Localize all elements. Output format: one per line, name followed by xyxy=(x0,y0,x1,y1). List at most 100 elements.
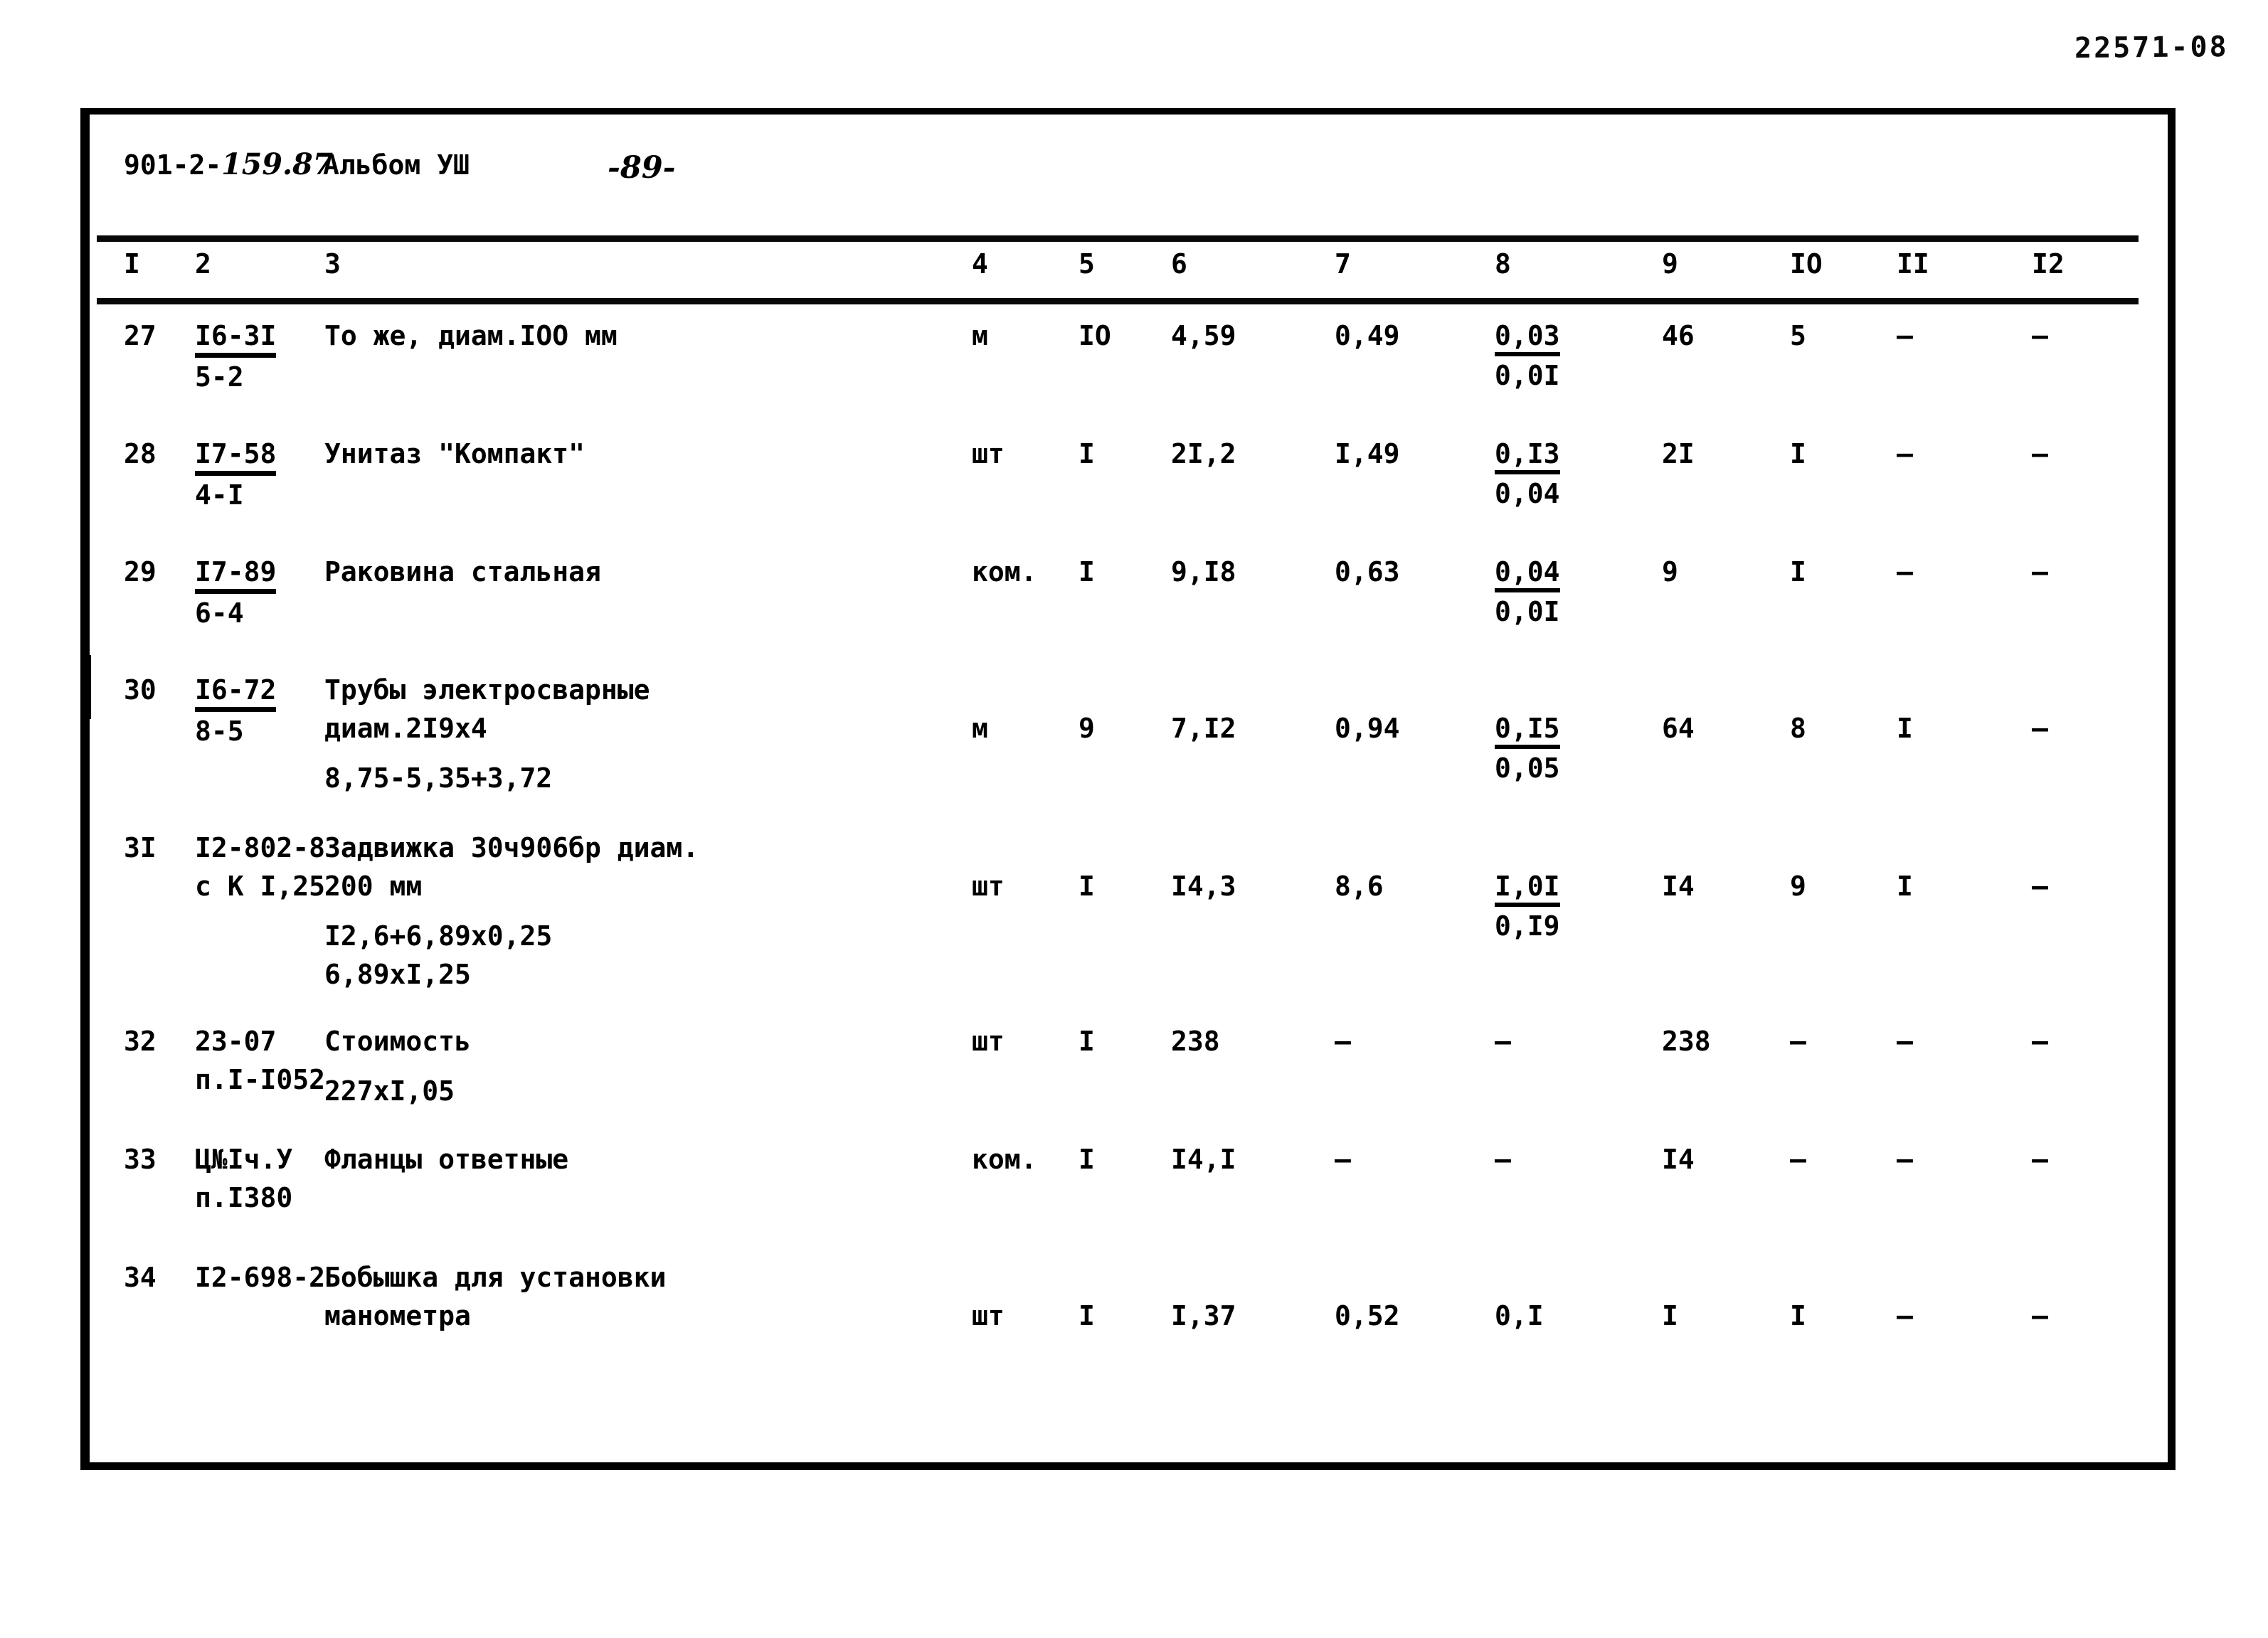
row-value-10: I xyxy=(1790,1300,1806,1331)
row-value-8: 0,I5 0,05 xyxy=(1495,709,1616,787)
column-header-2: 2 xyxy=(195,248,211,280)
row-norm-code: Ц№Iч.У п.I380 xyxy=(195,1140,292,1217)
column-header-8: 8 xyxy=(1495,248,1511,280)
row-value-8: – xyxy=(1495,1022,1616,1060)
description-line: 6,89хI,25 xyxy=(324,959,471,990)
value-8-primary: I,0I xyxy=(1495,870,1560,907)
row-value-11: – xyxy=(1897,1300,1913,1331)
row-unit: шт xyxy=(972,1300,1005,1331)
page-number: -89- xyxy=(608,150,676,186)
row-value-10: – xyxy=(1790,1144,1806,1175)
table-row: 3I I2-802-8 с К I,25 Задвижка 30ч906бр диам… xyxy=(90,829,2153,1022)
table-column-headers: I 2 3 4 5 6 7 8 9 IO II I2 xyxy=(90,248,2153,291)
document-code: 901-2-159.87 xyxy=(124,149,333,180)
row-value-9: 2I xyxy=(1662,438,1695,469)
description-spacer xyxy=(324,748,650,759)
description-line: Унитаз "Компакт" xyxy=(324,438,585,469)
row-value-8: – xyxy=(1495,1140,1616,1179)
row-unit: шт xyxy=(972,438,1005,469)
table-row: 30 I6-72 8-5 Трубы электросварные диам.2I9х4… xyxy=(90,671,2153,829)
row-value-6: I4,3 xyxy=(1171,871,1236,902)
value-8-secondary: 0,I9 xyxy=(1495,910,1560,942)
table-row: 29 I7-89 6-4 Раковина стальная ком. I 9,I8 0,63… xyxy=(90,553,2153,671)
row-value-11: I xyxy=(1897,871,1913,902)
column-header-7: 7 xyxy=(1335,248,1351,280)
row-unit: шт xyxy=(972,1026,1005,1057)
table-rule-bottom xyxy=(97,298,2139,304)
row-description: То же, диам.IOO мм xyxy=(324,317,618,355)
row-value-11: – xyxy=(1897,1026,1913,1057)
value-8-primary: – xyxy=(1495,1026,1511,1057)
row-unit: ком. xyxy=(972,556,1037,587)
row-value-9: I4 xyxy=(1662,1144,1695,1175)
row-value-11: I xyxy=(1897,713,1913,744)
row-value-6: 9,I8 xyxy=(1171,556,1236,587)
row-unit: шт xyxy=(972,871,1005,902)
value-8-primary: 0,I3 xyxy=(1495,437,1560,474)
album-label: Альбом УШ xyxy=(323,149,470,181)
row-value-10: 5 xyxy=(1790,320,1806,351)
row-norm-code: I7-58 4-I xyxy=(195,435,277,514)
norm-code-secondary: 5-2 xyxy=(195,361,244,393)
row-value-12: – xyxy=(2032,438,2048,469)
column-header-11: II xyxy=(1897,248,1929,280)
row-position-number: 29 xyxy=(124,556,157,587)
row-value-8: 0,I3 0,04 xyxy=(1495,435,1616,513)
row-value-7: – xyxy=(1335,1026,1351,1057)
row-value-6: 238 xyxy=(1171,1026,1220,1057)
row-position-number: 34 xyxy=(124,1262,157,1293)
description-spacer xyxy=(324,1060,471,1072)
row-value-7: 0,49 xyxy=(1335,320,1400,351)
row-description: Стоимость 227хI,05 xyxy=(324,1022,471,1110)
norm-code-secondary: с К I,25 xyxy=(195,871,326,902)
column-header-1: I xyxy=(124,248,140,280)
row-value-7: 8,6 xyxy=(1335,871,1384,902)
row-value-6: 7,I2 xyxy=(1171,713,1236,744)
description-line: Фланцы ответные xyxy=(324,1144,569,1175)
row-position-number: 3I xyxy=(124,832,157,863)
row-value-9: 238 xyxy=(1662,1026,1711,1057)
norm-code-secondary: 8-5 xyxy=(195,716,244,747)
norm-code-primary: I7-89 xyxy=(195,555,277,594)
row-value-12: – xyxy=(2032,1300,2048,1331)
column-header-10: IO xyxy=(1790,248,1823,280)
row-value-6: I,37 xyxy=(1171,1300,1236,1331)
description-line: манометра xyxy=(324,1300,471,1331)
row-quantity: I xyxy=(1079,1300,1095,1331)
column-header-12: I2 xyxy=(2032,248,2065,280)
description-line: 8,75-5,35+3,72 xyxy=(324,762,553,794)
row-value-9: 64 xyxy=(1662,713,1695,744)
row-position-number: 33 xyxy=(124,1144,157,1175)
row-value-8: 0,I xyxy=(1495,1297,1616,1335)
row-value-9: I4 xyxy=(1662,871,1695,902)
norm-code-secondary: п.I380 xyxy=(195,1182,293,1213)
row-value-8: I,0I 0,I9 xyxy=(1495,867,1616,945)
row-value-12: – xyxy=(2032,1144,2048,1175)
table-row: 27 I6-3I 5-2 То же, диам.IOO мм м IO 4,59 0,49 0… xyxy=(90,317,2153,435)
row-description: Раковина стальная xyxy=(324,553,601,591)
description-line: 200 мм xyxy=(324,871,423,902)
archive-stamp: 22571-08 xyxy=(2074,31,2230,65)
row-description: Унитаз "Компакт" xyxy=(324,435,585,473)
row-value-9: 46 xyxy=(1662,320,1695,351)
row-position-number: 28 xyxy=(124,438,157,469)
row-value-9: I xyxy=(1662,1300,1678,1331)
row-quantity: I xyxy=(1079,1144,1095,1175)
description-line: Трубы электросварные xyxy=(324,674,650,706)
row-value-7: 0,94 xyxy=(1335,713,1400,744)
row-norm-code: I2-698-2 xyxy=(195,1258,325,1297)
row-value-11: – xyxy=(1897,1144,1913,1175)
row-description: Бобышка для установки манометра xyxy=(324,1258,666,1335)
row-position-number: 32 xyxy=(124,1026,157,1057)
table-rule-top xyxy=(97,235,2139,242)
column-header-6: 6 xyxy=(1171,248,1187,280)
row-value-7: – xyxy=(1335,1144,1351,1175)
page-frame: 901-2-159.87 Альбом УШ -89- I 2 3 4 5 6 7 8 9 IO I… xyxy=(80,108,2176,1470)
row-value-12: – xyxy=(2032,713,2048,744)
value-8-primary: 0,03 xyxy=(1495,319,1560,356)
norm-code-primary: I2-698-2 xyxy=(195,1262,326,1293)
row-value-8: 0,04 0,0I xyxy=(1495,553,1616,631)
row-value-8: 0,03 0,0I xyxy=(1495,317,1616,395)
row-quantity: I xyxy=(1079,438,1095,469)
value-8-primary: 0,04 xyxy=(1495,555,1560,592)
